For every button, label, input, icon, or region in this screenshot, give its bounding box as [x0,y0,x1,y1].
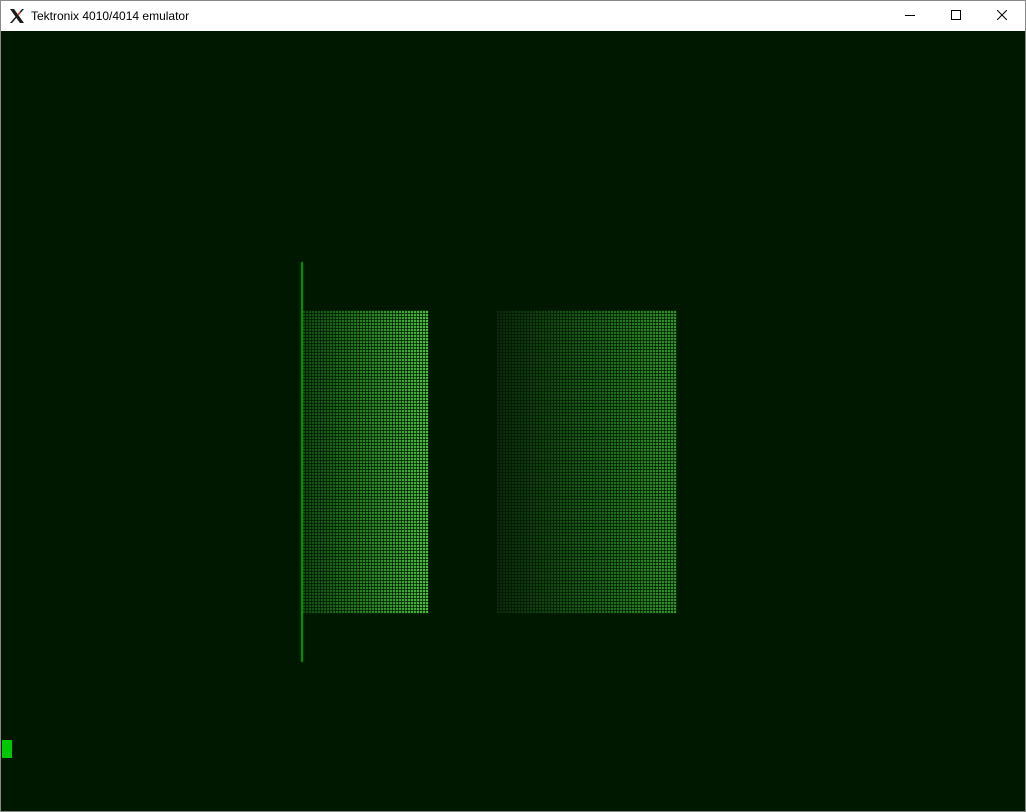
minimize-icon [905,7,915,25]
title-bar[interactable]: Tektronix 4010/4014 emulator [1,1,1025,31]
minimize-button[interactable] [887,1,933,31]
emulator-window: Tektronix 4010/4014 emulator [0,0,1026,812]
maximize-button[interactable] [933,1,979,31]
text-cursor [2,740,12,758]
close-button[interactable] [979,1,1025,31]
tektronix-display[interactable] [1,31,1025,811]
window-title: Tektronix 4010/4014 emulator [31,9,190,23]
caption-buttons [887,1,1025,31]
close-icon [996,7,1008,25]
vector-graphics-canvas [1,31,1025,811]
maximize-icon [951,7,961,25]
x-window-system-icon [9,8,25,24]
